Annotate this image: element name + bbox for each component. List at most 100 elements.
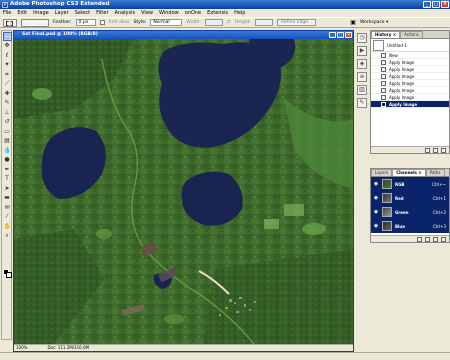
magic-wand-icon[interactable]: ✦ <box>3 60 12 69</box>
slice-icon[interactable]: ⟋ <box>3 79 12 88</box>
channel-row-rgb[interactable]: ◉ RGB Ctrl+~ <box>371 177 449 191</box>
blur-icon[interactable]: 💧 <box>3 146 12 155</box>
menu-image[interactable]: Image <box>33 10 49 16</box>
channel-row-green[interactable]: ◉ Green Ctrl+2 <box>371 205 449 219</box>
trash-icon[interactable] <box>441 148 446 153</box>
menu-onone[interactable]: onOne <box>185 10 201 16</box>
style-select[interactable]: Normal <box>150 19 183 26</box>
menu-window[interactable]: Window <box>159 10 179 16</box>
history-state-label: Apply Image <box>389 101 418 107</box>
dodge-icon[interactable]: ● <box>3 155 12 164</box>
zoom-icon[interactable]: ⌕ <box>3 231 12 240</box>
shape-icon[interactable]: ▬ <box>3 193 12 202</box>
menu-view[interactable]: View <box>141 10 153 16</box>
feather-input[interactable]: 0 px <box>75 19 96 26</box>
type-icon[interactable]: T <box>3 174 12 183</box>
workspace-menu[interactable]: Workspace ▾ <box>360 20 388 25</box>
height-input[interactable] <box>255 19 274 26</box>
doc-maximize-button[interactable]: □ <box>337 31 344 38</box>
menu-analysis[interactable]: Analysis <box>115 10 136 16</box>
move-icon[interactable]: ✥ <box>3 41 12 50</box>
tab-history[interactable]: History × <box>371 31 401 38</box>
pen-icon[interactable]: ✒ <box>3 165 12 174</box>
antialias-label: Anti-alias <box>108 20 130 25</box>
history-state[interactable]: Apply Image <box>371 80 449 87</box>
new-selection-icon[interactable] <box>21 18 49 27</box>
actions-dock-icon[interactable]: ▶ <box>357 46 367 56</box>
channel-name: Blue <box>395 223 405 229</box>
channels-panel-footer <box>371 235 449 242</box>
menu-filter[interactable]: Filter <box>96 10 108 16</box>
antialias-checkbox[interactable] <box>99 20 105 25</box>
layers-dock-icon[interactable]: ≡ <box>357 72 367 82</box>
history-state[interactable]: Apply Image <box>371 59 449 66</box>
eye-icon[interactable]: ◉ <box>373 209 379 215</box>
history-step-icon <box>381 59 386 65</box>
menu-layer[interactable]: Layer <box>55 10 69 16</box>
eye-icon[interactable]: ◉ <box>373 195 379 201</box>
paths-dock-icon[interactable]: ✎ <box>357 98 367 108</box>
trash-icon[interactable] <box>441 237 446 242</box>
bridge-icon[interactable]: ▣ <box>350 19 356 26</box>
eye-icon[interactable]: ◉ <box>373 223 379 229</box>
channel-name: RGB <box>395 181 405 187</box>
background-color-swatch[interactable] <box>5 272 12 278</box>
swap-icon[interactable]: ⇄ <box>227 20 231 25</box>
refine-edge-button[interactable]: Refine Edge... <box>277 19 317 26</box>
menu-edit[interactable]: Edit <box>17 10 27 16</box>
satellite-image-canvas[interactable] <box>14 39 353 344</box>
new-document-icon[interactable] <box>425 148 430 153</box>
history-state-selected[interactable]: Apply Image <box>371 101 449 108</box>
menu-extensis[interactable]: Extensis <box>207 10 228 16</box>
history-snapshot[interactable]: Untitled-1 <box>371 39 449 52</box>
save-selection-icon[interactable] <box>425 237 430 242</box>
doc-minimize-button[interactable]: _ <box>329 31 336 38</box>
eraser-icon[interactable]: ▭ <box>3 127 12 136</box>
load-selection-icon[interactable] <box>417 237 422 242</box>
hand-icon[interactable]: ✋ <box>3 222 12 231</box>
lasso-icon[interactable]: ℓ <box>3 51 12 60</box>
history-brush-icon[interactable]: ↺ <box>3 117 12 126</box>
gradient-icon[interactable]: ▤ <box>3 136 12 145</box>
history-state[interactable]: Apply Image <box>371 66 449 73</box>
snapshot-thumbnail <box>373 39 384 51</box>
menu-file[interactable]: File <box>3 10 11 16</box>
tab-paths[interactable]: Paths <box>425 169 445 176</box>
minimize-button[interactable]: _ <box>423 1 431 8</box>
history-state-label: Apply Image <box>389 94 415 100</box>
notes-icon[interactable]: ✉ <box>3 203 12 212</box>
navigator-dock-icon[interactable]: ◈ <box>357 59 367 69</box>
stamp-icon[interactable]: ⊥ <box>3 108 12 117</box>
marquee-icon[interactable]: ⬚ <box>2 31 12 41</box>
menu-select[interactable]: Select <box>75 10 90 16</box>
tab-actions[interactable]: Actions <box>400 31 423 38</box>
history-dock-icon[interactable]: ◷ <box>357 33 367 43</box>
history-panel: History × Actions Untitled-1 New Apply I… <box>370 30 450 154</box>
history-state[interactable]: New <box>371 52 449 59</box>
maximize-button[interactable]: □ <box>432 1 440 8</box>
crop-icon[interactable]: ⌗ <box>3 70 12 79</box>
history-state[interactable]: Apply Image <box>371 87 449 94</box>
eyedropper-icon[interactable]: ⁄ <box>3 212 12 221</box>
zoom-level[interactable]: 100% <box>16 345 27 351</box>
tool-preset-picker[interactable] <box>3 18 17 27</box>
tab-channels[interactable]: Channels × <box>392 169 426 176</box>
eye-icon[interactable]: ◉ <box>373 181 379 187</box>
path-select-icon[interactable]: ➤ <box>3 184 12 193</box>
brush-icon[interactable]: ✎ <box>3 98 12 107</box>
width-input[interactable] <box>204 19 223 26</box>
history-state[interactable]: Apply Image <box>371 73 449 80</box>
toolbox: ⬚ ✥ ℓ ✦ ⌗ ⟋ ✚ ✎ ⊥ ↺ ▭ ▤ 💧 ● ✒ T ➤ ▬ ✉ ⁄ … <box>1 30 12 340</box>
channels-dock-icon[interactable]: ▥ <box>357 85 367 95</box>
history-state-label: Apply Image <box>389 80 415 86</box>
new-channel-icon[interactable] <box>433 237 438 242</box>
channel-row-red[interactable]: ◉ Red Ctrl+1 <box>371 191 449 205</box>
menu-help[interactable]: Help <box>234 10 245 16</box>
doc-close-button[interactable]: × <box>345 31 352 38</box>
healing-icon[interactable]: ✚ <box>3 89 12 98</box>
history-state[interactable]: Apply Image <box>371 94 449 101</box>
snapshot-icon[interactable] <box>433 148 438 153</box>
close-button[interactable]: × <box>441 1 449 8</box>
channel-row-blue[interactable]: ◉ Blue Ctrl+3 <box>371 219 449 233</box>
tab-layers[interactable]: Layers <box>371 169 393 176</box>
